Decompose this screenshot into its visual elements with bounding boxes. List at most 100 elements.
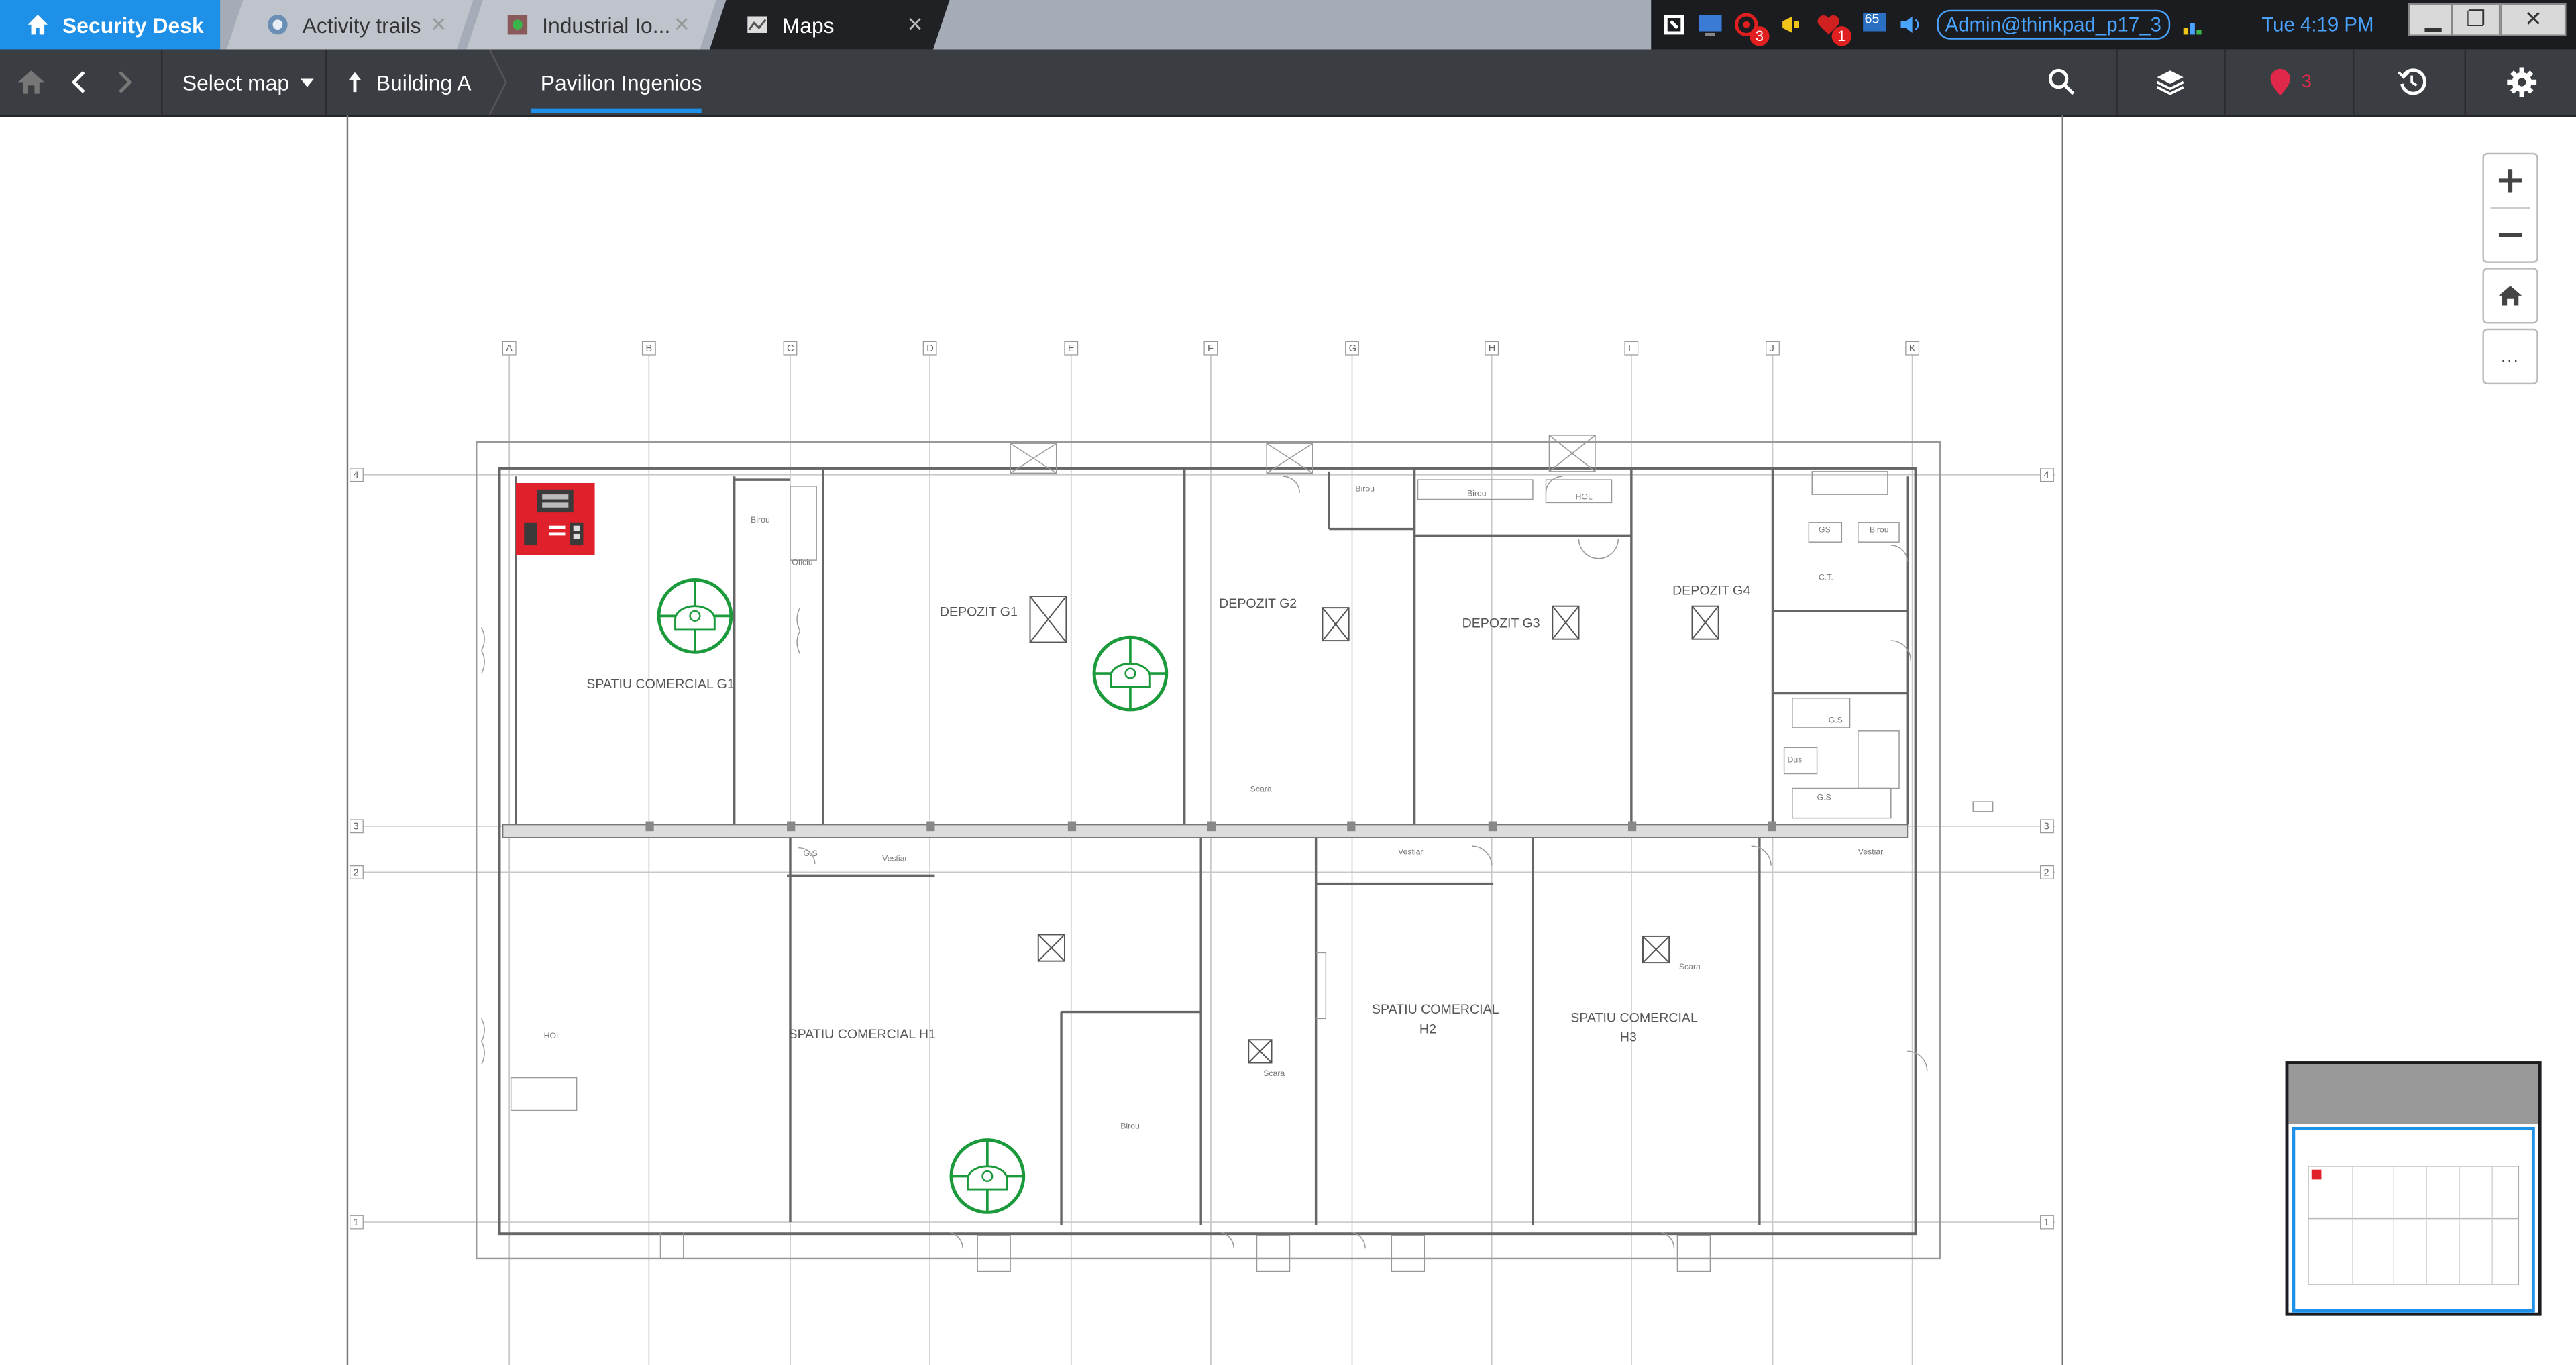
home-button[interactable] <box>16 49 46 115</box>
zoom-out-button[interactable] <box>2484 209 2536 261</box>
floor-plan[interactable]: A B C D E F G H I J K 4 4 3 3 2 2 1 1 Bi… <box>348 115 2065 1365</box>
svg-text:HOL: HOL <box>1576 492 1593 501</box>
alarm-badge: 3 <box>1750 26 1770 46</box>
smoke-detector-icon[interactable] <box>949 1138 1026 1214</box>
up-arrow-icon <box>348 72 362 93</box>
announcement-icon[interactable] <box>1779 11 1805 38</box>
breadcrumb-separator-icon <box>488 49 507 115</box>
grid-col-label: G <box>1349 343 1356 354</box>
svg-text:Scara: Scara <box>1679 962 1701 971</box>
gear-icon <box>2507 67 2537 97</box>
select-map-dropdown[interactable]: Select map <box>182 49 315 115</box>
tab-label: Security Desk <box>62 12 204 38</box>
svg-text:Scara: Scara <box>1250 784 1272 794</box>
temperature-icon[interactable]: 65 <box>1862 11 1888 38</box>
room-label-h2-number: H2 <box>1419 1022 1436 1036</box>
monitor-icon[interactable] <box>1697 11 1723 38</box>
svg-text:Birou: Birou <box>1870 525 1889 534</box>
history-button[interactable] <box>2397 49 2426 115</box>
grid-col-label: F <box>1208 343 1214 354</box>
grid-row-label: 3 <box>354 822 359 832</box>
temperature-value: 65 <box>1864 11 1880 27</box>
svg-text:Birou: Birou <box>1467 489 1487 498</box>
zoom-controls <box>2482 152 2538 263</box>
close-icon[interactable]: ✕ <box>907 13 924 36</box>
svg-text:GS: GS <box>1819 525 1831 534</box>
minimap-floor-plan <box>2308 1166 2520 1285</box>
alarm-count: 3 <box>2302 72 2312 93</box>
close-icon[interactable]: ✕ <box>430 13 447 36</box>
svg-text:HOL: HOL <box>544 1031 561 1040</box>
user-account[interactable]: Admin@thinkpad_p17_3 <box>1937 9 2170 40</box>
minimap-header <box>2288 1064 2538 1124</box>
smoke-detector-icon[interactable] <box>657 578 733 654</box>
close-icon[interactable]: ✕ <box>674 13 690 36</box>
map-home-button[interactable] <box>2482 268 2538 324</box>
tab-industrial-iot[interactable]: Industrial Io... ✕ <box>467 0 716 49</box>
alarms-button[interactable]: 3 <box>2269 49 2312 115</box>
tab-activity-trails[interactable]: Activity trails ✕ <box>227 0 473 49</box>
svg-text:G.S: G.S <box>1829 716 1843 725</box>
search-button[interactable] <box>2047 49 2076 115</box>
room-label-depozit-g2: DEPOZIT G2 <box>1219 596 1297 611</box>
layers-button[interactable] <box>2155 49 2185 115</box>
volume-icon[interactable] <box>1898 11 1924 38</box>
select-map-label: Select map <box>182 70 290 95</box>
fire-alarm-panel-icon[interactable] <box>515 483 595 555</box>
svg-text:Birou: Birou <box>1120 1121 1140 1130</box>
notification-badge: 1 <box>1831 26 1852 46</box>
forward-button[interactable] <box>115 49 134 115</box>
breadcrumb-current[interactable]: Pavilion Ingenios <box>541 49 702 115</box>
grid-lines <box>350 345 2055 1365</box>
industrial-iot-icon <box>506 13 529 36</box>
minimap-viewport[interactable] <box>2292 1127 2535 1313</box>
svg-text:Dus: Dus <box>1788 755 1803 764</box>
restore-button[interactable]: ❐ <box>2451 3 2501 36</box>
svg-text:Birou: Birou <box>1355 484 1375 493</box>
svg-text:Oficiu: Oficiu <box>792 557 812 567</box>
layers-icon <box>2156 70 2184 95</box>
svg-text:Birou: Birou <box>751 515 770 525</box>
grid-column-labels: A B C D E F G H I J K <box>502 341 1920 356</box>
activity-trails-icon <box>266 13 289 36</box>
tab-maps[interactable]: Maps ✕ <box>710 0 950 49</box>
more-options-button[interactable]: ... <box>2482 328 2538 385</box>
active-breadcrumb-indicator <box>531 108 702 113</box>
breadcrumb-parent-label: Building A <box>376 70 472 95</box>
health-icon[interactable]: 1 <box>1815 11 1852 46</box>
genetec-icon[interactable] <box>1661 11 1687 38</box>
minus-icon <box>2498 233 2522 237</box>
minimap[interactable] <box>2285 1061 2542 1316</box>
tab-security-desk[interactable]: Security Desk <box>0 0 221 50</box>
network-icon[interactable] <box>2180 11 2206 38</box>
room-label-h3: SPATIU COMERCIAL <box>1570 1010 1698 1025</box>
grid-col-label: C <box>787 343 794 354</box>
grid-col-label: J <box>1770 343 1774 354</box>
grid-col-label: E <box>1068 343 1075 354</box>
plus-icon <box>2498 169 2522 193</box>
grid-row-label: 4 <box>2044 470 2049 481</box>
alarm-icon[interactable]: 3 <box>1733 11 1770 46</box>
grid-col-label: A <box>506 343 513 354</box>
svg-text:Scara: Scara <box>1263 1069 1285 1078</box>
minimize-button[interactable]: ▁ <box>2408 3 2458 36</box>
settings-button[interactable] <box>2507 49 2537 115</box>
smoke-detector-icon[interactable] <box>1092 635 1169 712</box>
svg-text:G.S: G.S <box>1817 793 1831 802</box>
zoom-in-button[interactable] <box>2484 154 2536 207</box>
grid-col-label: I <box>1628 343 1631 354</box>
close-button[interactable]: ✕ <box>2500 3 2567 36</box>
svg-text:Vestiar: Vestiar <box>1858 847 1883 856</box>
grid-col-label: D <box>926 343 934 354</box>
grid-row-label: 3 <box>2044 822 2049 832</box>
grid-row-label: 4 <box>354 470 359 481</box>
clock: Tue 4:19 PM <box>2261 13 2374 36</box>
home-icon <box>2498 286 2522 306</box>
maps-icon <box>746 13 769 36</box>
breadcrumb-parent[interactable]: Building A <box>347 49 472 115</box>
chevron-left-icon <box>71 71 85 93</box>
back-button[interactable] <box>69 49 89 115</box>
map-viewport[interactable]: A B C D E F G H I J K 4 4 3 3 2 2 1 1 Bi… <box>346 115 2065 1365</box>
title-bar: Security Desk Activity trails ✕ Industri… <box>0 0 2576 50</box>
room-label-h1: SPATIU COMERCIAL H1 <box>789 1027 936 1042</box>
